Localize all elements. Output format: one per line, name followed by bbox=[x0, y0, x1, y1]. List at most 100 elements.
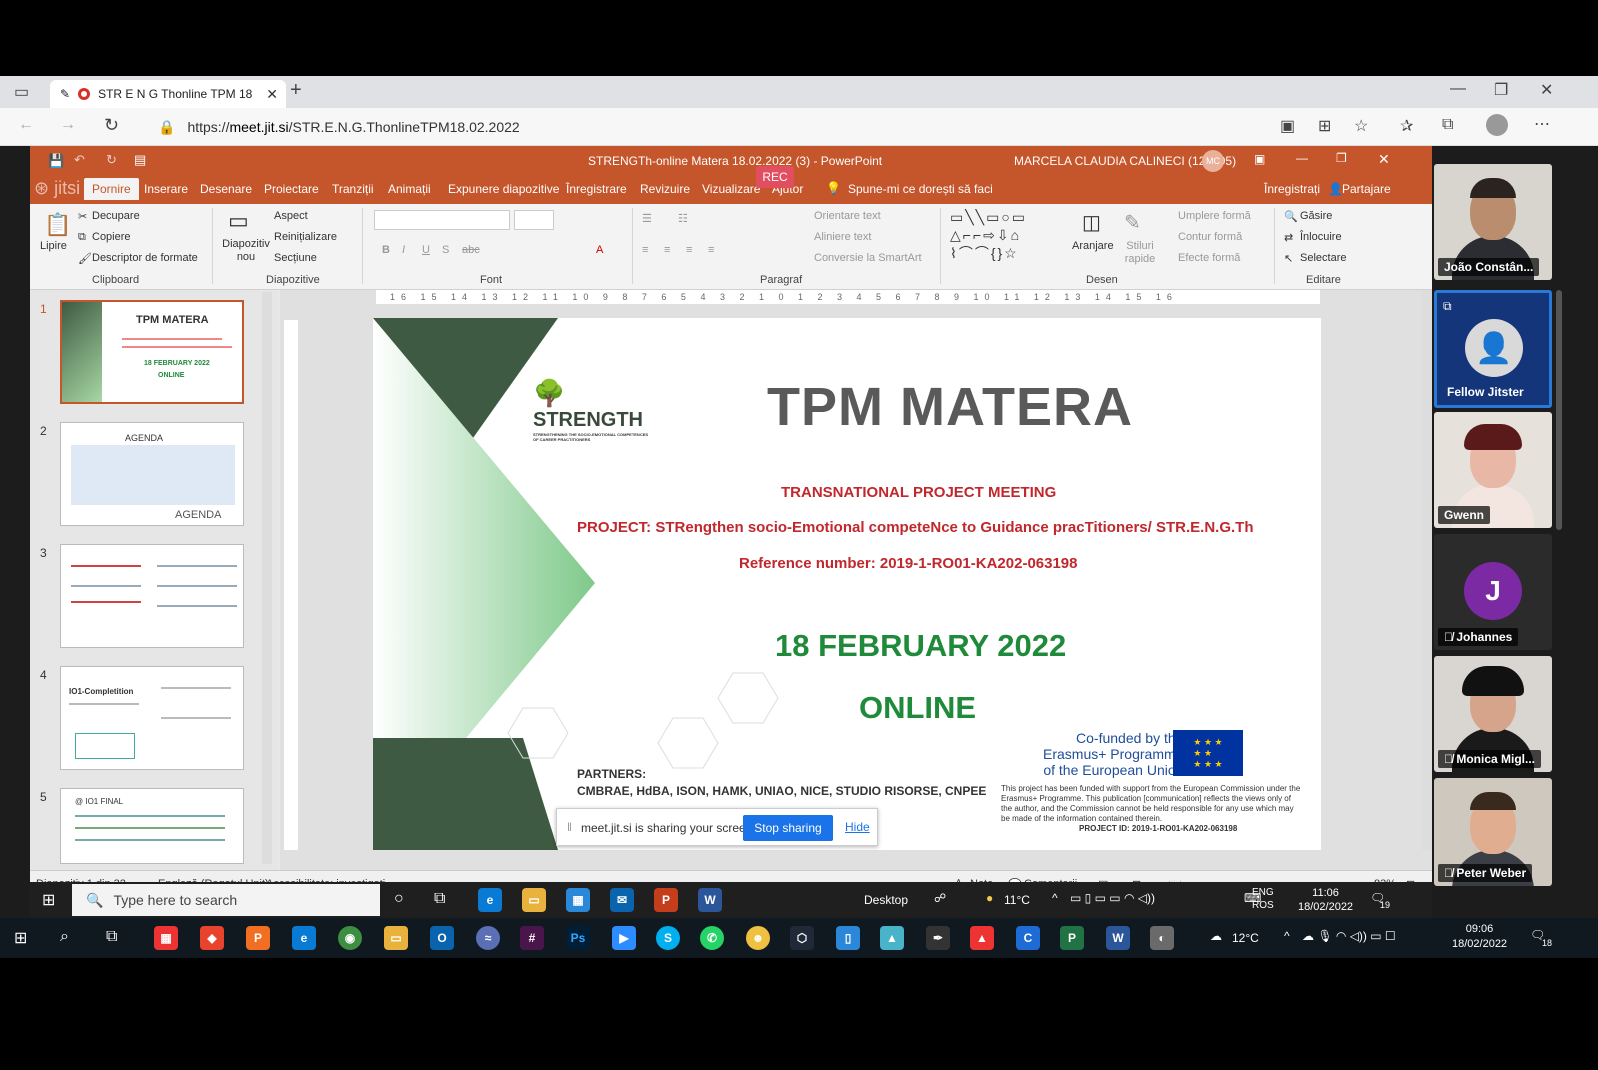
active-app-icon[interactable]: ◐ bbox=[1150, 926, 1174, 950]
ppt-minimize-icon[interactable]: — bbox=[1296, 151, 1308, 165]
participant-tile[interactable]: 🎙̸ Monica Migl... bbox=[1434, 656, 1552, 772]
refresh-icon[interactable]: ↻ bbox=[104, 115, 119, 136]
arrange-button[interactable]: Aranjare bbox=[1072, 240, 1114, 252]
shape-effects-button[interactable]: Efecte formă bbox=[1178, 252, 1240, 264]
slide-thumbnail-4[interactable]: IO1-Completition bbox=[60, 666, 244, 770]
browser-tab[interactable]: ✎ STR E N G Thonline TPM 18 ✕ bbox=[50, 80, 286, 108]
start-icon[interactable]: ⊞ bbox=[14, 928, 27, 948]
local-clock[interactable]: 09:06 18/02/2022 bbox=[1452, 922, 1507, 952]
new-slide-icon[interactable]: ▭ bbox=[228, 208, 249, 234]
app-icon[interactable]: ▯ bbox=[836, 926, 860, 950]
sign-in-link[interactable]: Înregistrați bbox=[1264, 182, 1320, 196]
save-icon[interactable]: 💾 bbox=[48, 153, 64, 169]
participant-tile[interactable]: J 🎙̸ Johannes bbox=[1434, 534, 1552, 650]
pen-app-icon[interactable]: ✒ bbox=[926, 926, 950, 950]
whatsapp-icon[interactable]: ✆ bbox=[700, 926, 724, 950]
thumb-scrollbar[interactable] bbox=[262, 292, 272, 864]
apps-icon[interactable]: ⊞ bbox=[1318, 116, 1331, 136]
minimize-icon[interactable]: — bbox=[1450, 80, 1466, 98]
shape-outline-button[interactable]: Contur formă bbox=[1178, 231, 1242, 243]
app-icon[interactable]: ☻ bbox=[746, 926, 770, 950]
tell-me-search[interactable]: Spune-mi ce dorești să faci bbox=[848, 182, 993, 196]
skype-icon[interactable]: S bbox=[656, 926, 680, 950]
underline-icon[interactable]: U bbox=[422, 244, 430, 256]
undo-icon[interactable]: ↶ bbox=[74, 152, 85, 168]
participant-tile[interactable]: 🎙̸ Peter Weber bbox=[1434, 778, 1552, 886]
smartart-button[interactable]: Conversie la SmartArt bbox=[814, 252, 922, 264]
app-icon[interactable]: ▲ bbox=[880, 926, 904, 950]
paste-button[interactable]: Lipire bbox=[40, 240, 67, 252]
restore-icon[interactable]: ❐ bbox=[1494, 80, 1508, 100]
tab-proiectare[interactable]: Proiectare bbox=[264, 182, 319, 196]
anydesk-icon[interactable]: ◆ bbox=[200, 926, 224, 950]
quick-styles-icon[interactable]: ✎ bbox=[1124, 210, 1141, 235]
url-field[interactable]: 🔒 https://meet.jit.si/STR.E.N.G.Thonline… bbox=[150, 113, 1400, 141]
ribbon-display-icon[interactable]: ▣ bbox=[1254, 152, 1265, 166]
tab-expunere[interactable]: Expunere diapozitive bbox=[448, 182, 559, 196]
chrome-icon[interactable]: ◉ bbox=[338, 926, 362, 950]
strikethrough-icon[interactable]: abc bbox=[462, 244, 480, 256]
back-icon[interactable]: ← bbox=[18, 116, 34, 134]
tab-animatii[interactable]: Animații bbox=[388, 182, 431, 196]
hide-banner-link[interactable]: Hide bbox=[845, 820, 870, 834]
arrange-icon[interactable]: ◫ bbox=[1082, 210, 1101, 235]
participant-tile[interactable]: João Constân... bbox=[1434, 164, 1552, 280]
copy-button[interactable]: Copiere bbox=[92, 231, 131, 243]
slide-thumbnail-2[interactable]: AGENDA AGENDA bbox=[60, 422, 244, 526]
text-direction-button[interactable]: Orientare text bbox=[814, 210, 881, 222]
align-center-icon[interactable]: ≡ bbox=[664, 244, 670, 256]
stop-sharing-button[interactable]: Stop sharing bbox=[743, 815, 833, 841]
bold-icon[interactable]: B bbox=[382, 244, 390, 256]
tray-expand-icon[interactable]: ^ bbox=[1284, 929, 1290, 943]
app-icon[interactable]: ▲ bbox=[970, 926, 994, 950]
search-icon[interactable]: ⌕ bbox=[60, 928, 69, 946]
task-view-icon[interactable]: ⧉ bbox=[106, 928, 117, 946]
cut-button[interactable]: Decupare bbox=[92, 210, 140, 222]
replace-button[interactable]: Înlocuire bbox=[1300, 231, 1342, 243]
more-icon[interactable]: ⋯ bbox=[1534, 114, 1550, 134]
news-app-icon[interactable]: ▦ bbox=[154, 926, 178, 950]
zoom-icon[interactable]: ▶ bbox=[612, 926, 636, 950]
align-text-button[interactable]: Aliniere text bbox=[814, 231, 871, 243]
word-icon[interactable]: W bbox=[1106, 926, 1130, 950]
filmstrip-scrollbar[interactable] bbox=[1556, 290, 1562, 530]
favorites-icon[interactable]: ✰ bbox=[1400, 116, 1413, 136]
participant-tile-active[interactable]: ⧉ 👤 Fellow Jitster bbox=[1434, 290, 1552, 408]
app-icon[interactable]: ≈ bbox=[476, 926, 500, 950]
shadow-icon[interactable]: S bbox=[442, 244, 449, 256]
collections-icon[interactable]: ⧉ bbox=[1442, 116, 1453, 134]
quick-styles-button[interactable]: Stiluri rapide bbox=[1120, 240, 1160, 266]
slack-icon[interactable]: # bbox=[520, 926, 544, 950]
favorite-add-icon[interactable]: ☆ bbox=[1354, 116, 1368, 136]
new-tab-icon[interactable]: + bbox=[290, 79, 302, 102]
new-slide-button[interactable]: Diapozitiv nou bbox=[220, 238, 272, 264]
numbering-icon[interactable]: ☷ bbox=[678, 212, 688, 225]
participant-tile[interactable]: Gwenn bbox=[1434, 412, 1552, 528]
tab-tranzitii[interactable]: Tranziții bbox=[332, 182, 374, 196]
ppt-close-icon[interactable]: ✕ bbox=[1378, 151, 1390, 168]
redo-icon[interactable]: ↻ bbox=[106, 152, 117, 168]
slide-thumbnail-5[interactable]: @ IO1 FINAL bbox=[60, 788, 244, 864]
window-close-icon[interactable]: ✕ bbox=[1540, 80, 1553, 100]
file-explorer-icon[interactable]: ▭ bbox=[384, 926, 408, 950]
drag-handle-icon[interactable]: ‖ bbox=[567, 820, 572, 834]
pdf-app-icon[interactable]: P bbox=[246, 926, 270, 950]
present-icon[interactable]: ▤ bbox=[134, 152, 146, 168]
slide-thumbnail-1[interactable]: TPM MATERA 18 FEBRUARY 2022 ONLINE bbox=[60, 300, 244, 404]
tab-vizualizare[interactable]: Vizualizare bbox=[702, 182, 760, 196]
shapes-gallery[interactable]: ▭╲╲▭○▭ △⌐⌐⇨⇩⌂ ⌇⌒⌒{}☆ bbox=[950, 208, 1060, 264]
camera-icon[interactable]: ▣ bbox=[1280, 116, 1295, 136]
select-button[interactable]: Selectare bbox=[1300, 252, 1346, 264]
forward-icon[interactable]: → bbox=[60, 116, 76, 134]
tab-desenare[interactable]: Desenare bbox=[200, 182, 252, 196]
tab-pornire[interactable]: Pornire bbox=[84, 178, 139, 200]
ppt-user-avatar[interactable]: MC bbox=[1202, 150, 1224, 172]
find-button[interactable]: Găsire bbox=[1300, 210, 1332, 222]
profile-avatar[interactable] bbox=[1486, 114, 1508, 136]
align-right-icon[interactable]: ≡ bbox=[686, 244, 692, 256]
tab-inregistrare[interactable]: Înregistrare bbox=[566, 182, 627, 196]
shape-fill-button[interactable]: Umplere formă bbox=[1178, 210, 1251, 222]
font-color-icon[interactable]: A bbox=[596, 244, 603, 256]
paste-icon[interactable]: 📋 bbox=[44, 212, 71, 238]
italic-icon[interactable]: I bbox=[402, 244, 405, 256]
